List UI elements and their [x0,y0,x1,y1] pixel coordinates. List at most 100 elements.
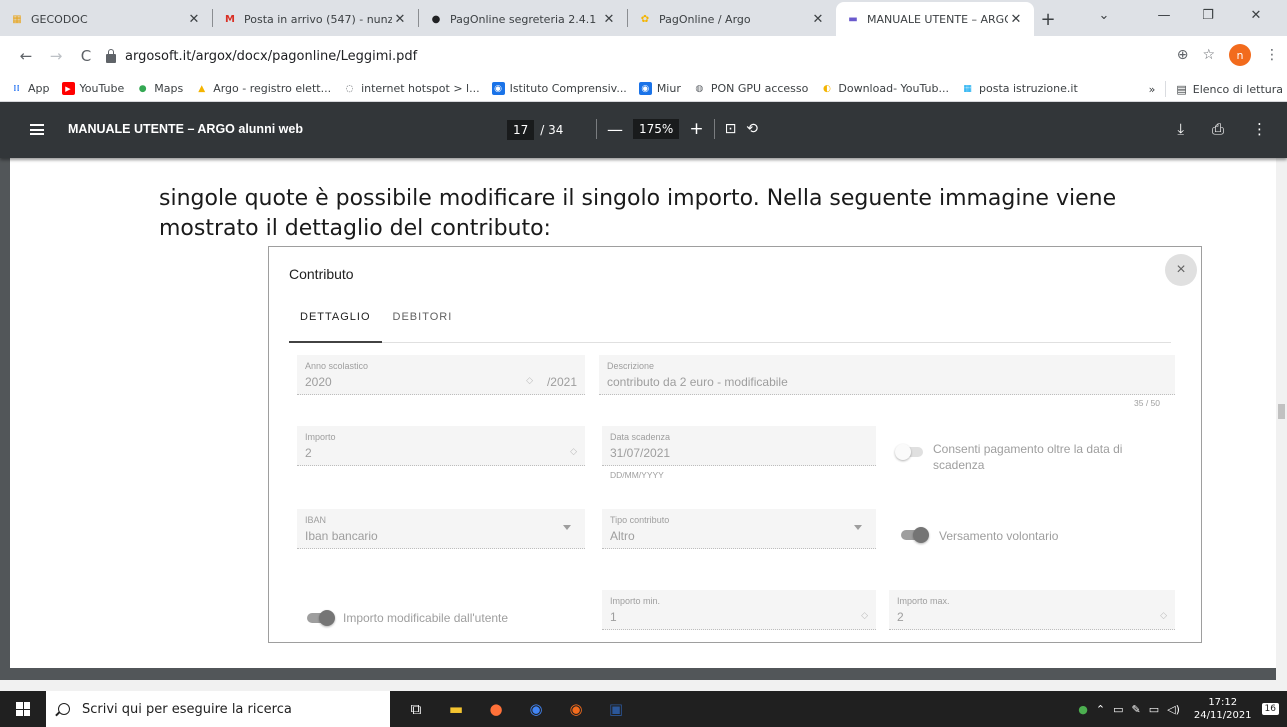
rotate-icon[interactable]: ⟲ [746,121,758,137]
start-button[interactable] [0,691,46,727]
close-icon[interactable]: × [1165,254,1197,286]
print-icon[interactable]: ⎙ [1212,120,1224,138]
pdf-title: MANUALE UTENTE – ARGO alunni web [68,122,303,136]
bookmark-label: Miur [656,82,681,95]
spinner-icon[interactable]: ◇ [570,446,577,457]
tab-search-button[interactable]: ⌄ [1084,0,1124,30]
bookmark-app[interactable]: ⁞⁞ App [10,82,49,95]
word-icon[interactable]: ▣ [596,691,636,727]
profile-avatar[interactable]: n [1229,44,1251,66]
tab-gmail[interactable]: M Posta in arrivo (547) - nunzia ✕ [213,2,418,36]
menu-icon[interactable] [30,124,44,135]
tab-manuale-utente[interactable]: ▬ MANUALE UTENTE – ARGO a ✕ [836,2,1034,36]
close-icon[interactable]: ✕ [392,12,408,27]
anno-scolastico-field[interactable]: Anno scolastico 2020 ◇ /2021 [297,355,585,395]
bookmark-istituto[interactable]: ◉ Istituto Comprensiv... [491,82,627,95]
tab-label: MANUALE UTENTE – ARGO a [867,12,1008,26]
firefox-icon[interactable]: ● [476,691,516,727]
download-icon[interactable]: ⤓ [1177,120,1184,138]
restore-button[interactable]: ❐ [1188,0,1228,30]
consenti-pagamento-label: Consenti pagamento oltre la data di scad… [933,442,1123,472]
descrizione-field[interactable]: Descrizione contributo da 2 euro - modif… [599,355,1175,395]
tab-pagonline-segreteria[interactable]: ● PagOnline segreteria 2.4.1 | P ✕ [419,2,627,36]
network-icon[interactable]: ▭ [1113,703,1123,716]
task-view-icon[interactable]: ⧉ [396,691,436,727]
github-icon: ● [431,13,441,25]
bookmark-pon-gpu[interactable]: ◍ PON GPU accesso [693,82,808,95]
data-scadenza-field[interactable]: Data scadenza 31/07/2021 [602,426,876,466]
spinner-icon[interactable]: ◇ [1160,610,1167,621]
importo-modificabile-toggle[interactable] [307,610,335,626]
chevron-down-icon [854,525,862,530]
page-number-input[interactable]: 17 [507,120,535,140]
battery-icon[interactable]: ▭ [1149,703,1159,716]
tipo-contributo-select[interactable]: Tipo contributo Altro [602,509,876,549]
spinner-icon[interactable]: ◇ [526,375,533,386]
bookmark-label: YouTube [79,82,125,95]
minimize-button[interactable]: — [1144,0,1184,30]
new-tab-button[interactable]: + [1034,2,1062,36]
windows-icon [16,702,30,716]
forward-button[interactable]: → [44,44,68,68]
page-total: / 34 [540,123,564,137]
pdf-viewport[interactable]: singole quote è possibile modificare il … [0,158,1276,680]
file-explorer-icon[interactable]: ▬ [436,691,476,727]
iban-select[interactable]: IBAN Iban bancario [297,509,585,549]
importo-min-field[interactable]: Importo min. 1 ◇ [602,590,876,630]
chrome-profile-icon[interactable]: ◉ [556,691,596,727]
reload-button[interactable]: C [74,44,98,68]
chevron-up-icon[interactable]: ⌃ [1096,703,1105,716]
consenti-pagamento-toggle[interactable] [895,444,923,460]
pdf-body-text: singole quote è possibile modificare il … [159,184,1116,244]
bookmark-argo-registro[interactable]: ▲ Argo - registro elett... [195,82,331,95]
scrollbar-thumb[interactable] [1278,404,1285,419]
bookmark-label: posta istruzione.it [979,82,1078,95]
close-icon[interactable]: ✕ [810,12,826,27]
vertical-scrollbar[interactable] [1276,158,1287,680]
pdf-icon: ▬ [848,13,858,25]
back-button[interactable]: ← [14,44,38,68]
tab-gecodoc[interactable]: ▦ GECODOC ✕ [0,2,212,36]
more-bookmarks-button[interactable]: » [1149,83,1156,96]
bookmark-posta-istruzione[interactable]: ▦ posta istruzione.it [961,82,1078,95]
chrome-icon[interactable]: ◉ [516,691,556,727]
pdf-page: singole quote è possibile modificare il … [10,158,1276,668]
versamento-volontario-toggle[interactable] [901,527,929,543]
taskbar-search[interactable]: Scrivi qui per eseguire la ricerca [46,691,390,727]
fit-page-icon[interactable]: ⊡ [725,121,737,137]
tab-debitori[interactable]: DEBITORI [382,303,464,343]
menu-dots-icon[interactable]: ⋮ [1265,47,1279,63]
more-options-icon[interactable]: ⋮ [1252,120,1267,138]
importo-field[interactable]: Importo 2 ◇ [297,426,585,466]
notification-badge[interactable]: 16 [1261,703,1279,715]
help-icon[interactable]: ● [1078,703,1088,716]
zoom-input[interactable]: 175% [633,119,680,139]
tab-label: PagOnline segreteria 2.4.1 | P [450,12,601,26]
field-value: 1 [610,610,617,624]
bookmark-miur[interactable]: ◉ Miur [638,82,681,95]
bookmark-maps[interactable]: ● Maps [136,82,183,95]
pen-icon[interactable]: ✎ [1132,703,1141,716]
tab-pagonline-argo[interactable]: ✿ PagOnline / Argo ✕ [628,2,836,36]
close-window-button[interactable]: ✕ [1236,0,1276,30]
horizontal-scrollbar[interactable] [0,680,1287,691]
bookmark-hotspot[interactable]: ◌ internet hotspot > l... [343,82,480,95]
volume-icon[interactable]: ◁) [1167,703,1180,716]
zoom-out-icon[interactable]: — [607,120,623,139]
reading-list-button[interactable]: Elenco di lettura [1193,83,1283,96]
spinner-icon[interactable]: ◇ [861,610,868,621]
clock[interactable]: 17:12 24/11/2021 [1194,696,1252,722]
importo-max-field[interactable]: Importo max. 2 ◇ [889,590,1175,630]
tab-dettaglio[interactable]: DETTAGLIO [289,303,382,343]
star-icon[interactable]: ☆ [1202,47,1215,63]
bookmark-youtube[interactable]: ▶ YouTube [61,82,125,95]
address-bar[interactable]: argosoft.it/argox/docx/pagonline/Leggimi… [106,42,417,70]
field-value: contributo da 2 euro - modificabile [607,375,788,389]
close-icon[interactable]: ✕ [186,12,202,27]
bookmark-download-youtube[interactable]: ◐ Download- YouTub... [820,82,949,95]
zoom-in-icon[interactable]: + [689,119,703,139]
close-icon[interactable]: ✕ [601,12,617,27]
close-icon[interactable]: ✕ [1008,12,1024,27]
zoom-icon[interactable]: ⊕ [1177,47,1189,63]
chevron-down-icon [563,525,571,530]
